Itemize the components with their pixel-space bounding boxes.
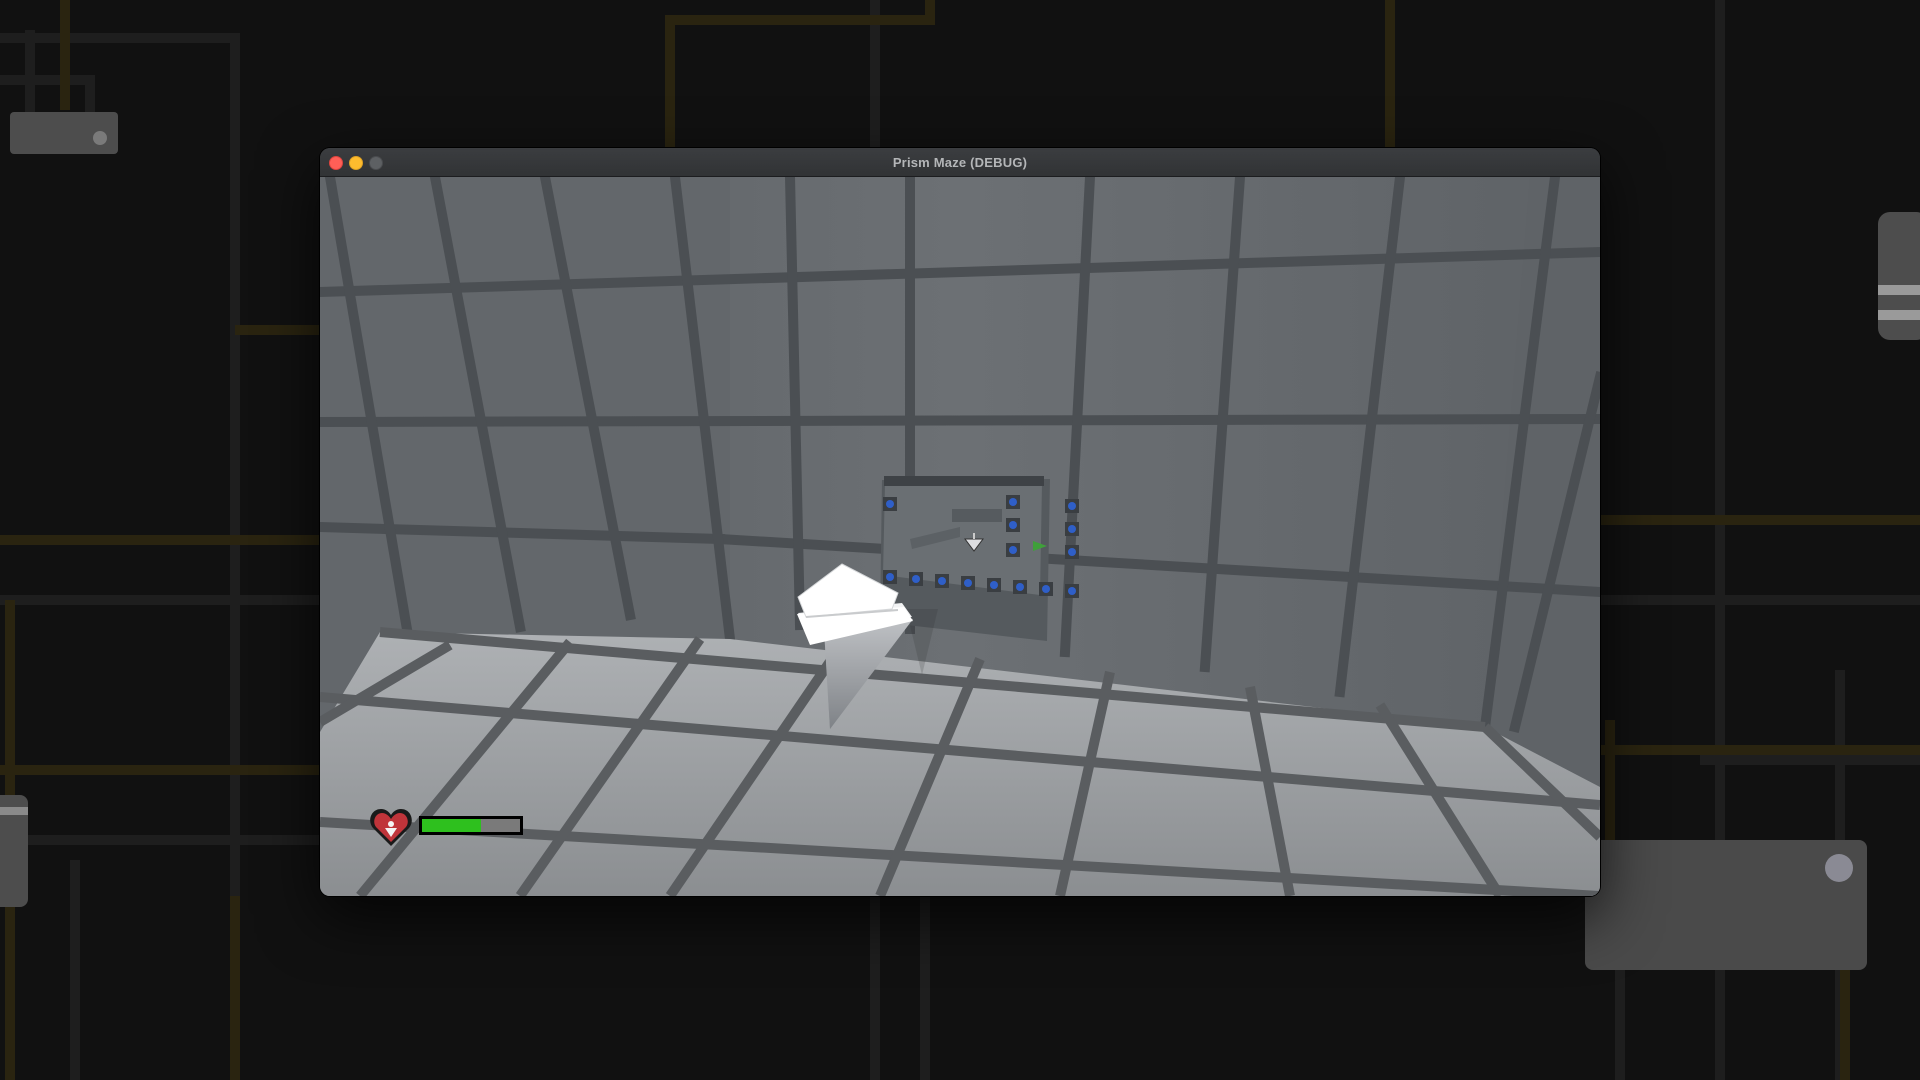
game-scene xyxy=(320,177,1600,896)
game-window: Prism Maze (DEBUG) xyxy=(320,148,1600,896)
heart-icon xyxy=(370,809,412,846)
window-title: Prism Maze (DEBUG) xyxy=(892,155,1028,170)
game-viewport[interactable] xyxy=(320,177,1600,896)
health-fill xyxy=(422,819,481,832)
health-track xyxy=(422,819,520,832)
window-titlebar[interactable]: Prism Maze (DEBUG) xyxy=(320,148,1600,177)
player-hud xyxy=(368,804,538,854)
health-bar xyxy=(419,816,523,835)
